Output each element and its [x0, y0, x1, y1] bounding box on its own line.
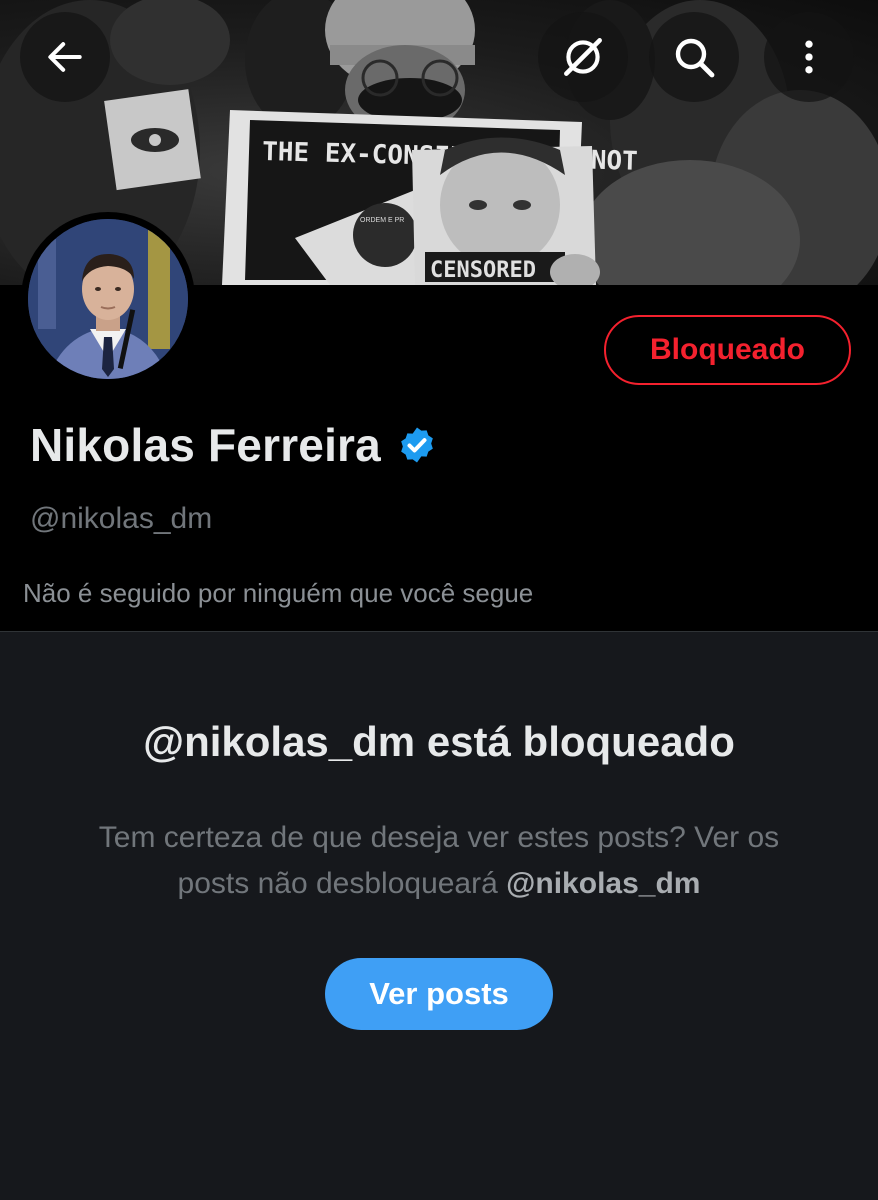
- profile-avatar[interactable]: [21, 212, 195, 386]
- more-button[interactable]: [764, 12, 854, 102]
- verified-badge-icon[interactable]: [397, 425, 437, 465]
- blocked-button[interactable]: Bloqueado: [604, 315, 851, 385]
- display-name: Nikolas Ferreira: [30, 419, 381, 471]
- arrow-left-icon: [48, 42, 82, 72]
- avatar-photo: [28, 219, 188, 379]
- display-name-row: Nikolas Ferreira: [30, 418, 437, 472]
- blocked-notice-handle: @nikolas_dm: [506, 867, 701, 900]
- more-vertical-icon: [805, 40, 813, 74]
- search-button[interactable]: [649, 12, 739, 102]
- search-icon: [675, 38, 715, 78]
- blocked-notice-body: Tem certeza de que deseja ver estes post…: [60, 815, 818, 907]
- sign-bottom-text: CENSORED: [430, 258, 536, 283]
- section-divider: [0, 631, 878, 632]
- avatar-portrait: [28, 219, 188, 379]
- followed-by-text: Não é seguido por ninguém que você segue: [23, 578, 534, 608]
- grok-icon: [564, 38, 602, 76]
- grok-button[interactable]: [538, 12, 628, 102]
- back-button[interactable]: [20, 12, 110, 102]
- blocked-notice-title: @nikolas_dm está bloqueado: [143, 718, 735, 765]
- flag-band-text: ORDEM E PR: [360, 217, 404, 224]
- profile-handle: @nikolas_dm: [30, 502, 213, 535]
- view-posts-button[interactable]: Ver posts: [325, 958, 553, 1030]
